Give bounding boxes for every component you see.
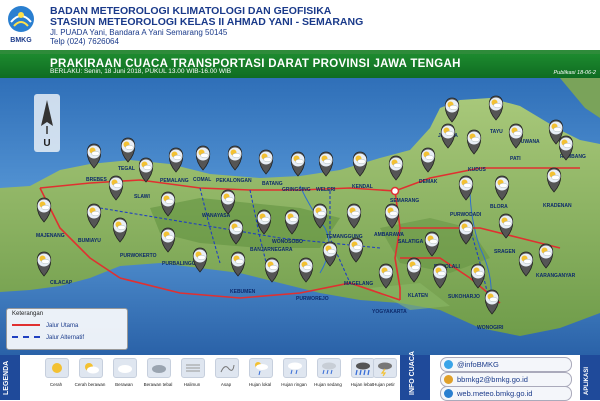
city-label: SLAWI (134, 194, 150, 200)
sunny-icon (45, 358, 69, 378)
semarang-marker (390, 186, 400, 196)
publication-text: Publikasi 18-06-2 (553, 70, 597, 76)
apps-tab-label: APLIKASI (584, 366, 590, 395)
city-label: KRADENAN (543, 203, 572, 209)
city-label: GRINGSING (282, 187, 311, 193)
city-label: BANJARNEGARA (250, 247, 293, 253)
twitter-handle: @infoBMKG (457, 360, 499, 369)
haze-icon (181, 358, 205, 378)
cloudy-icon (113, 358, 137, 378)
city-label: WONOGIRI (477, 325, 504, 331)
station-name: STASIUN METEOROLOGI KELAS II AHMAD YANI … (50, 16, 364, 28)
legend-main-road: Jalur Utama (12, 323, 78, 329)
city-label: SALATIGA (398, 239, 424, 245)
twitter-contact[interactable]: @infoBMKG (440, 357, 572, 372)
legend-tab: LEGENDA (0, 355, 20, 400)
city-label: WELERI (316, 187, 336, 193)
city-label: KEBUMEN (230, 289, 256, 295)
city-label: PATI (510, 156, 521, 162)
city-label: AMBARAWA (374, 232, 404, 238)
email-contact[interactable]: bbmkg2@bmkg.go.id (440, 372, 572, 387)
city-label: TEGAL (118, 166, 135, 172)
city-label: PURWOREJO (296, 296, 329, 302)
globe-icon (444, 389, 453, 398)
city-label: MAGELANG (344, 281, 373, 287)
overcast-icon (147, 358, 171, 378)
validity-text: BERLAKU: Senin, 18 Juni 2018, PUKUL 13.0… (50, 68, 232, 75)
moderate-rain-icon (317, 358, 341, 378)
city-label: PURWOKERTO (120, 253, 157, 259)
legend-alt-road-label: Jalur Alternatif (46, 335, 85, 341)
city-label: KUDUS (468, 167, 486, 173)
city-label: TAYU (490, 129, 503, 135)
city-label: DEMAK (419, 179, 438, 185)
main-road-line-icon (12, 324, 40, 327)
station-phone: Telp (024) 7626064 (50, 37, 119, 46)
city-label: WANAYASA (202, 213, 231, 219)
partly-cloudy-icon (79, 358, 103, 378)
legend-title: Keterangan (12, 311, 44, 317)
email-address: bbmkg2@bmkg.go.id (457, 375, 528, 384)
apps-tab[interactable]: APLIKASI (580, 355, 600, 400)
light-rain-icon (283, 358, 307, 378)
city-label: BLORA (490, 204, 508, 210)
city-label: PEKALONGAN (216, 178, 252, 184)
header: BMKG BADAN METEOROLOGI KLIMATOLOGI DAN G… (0, 0, 600, 50)
city-label: KARANGANYAR (536, 273, 576, 279)
thunderstorm-icon (373, 358, 397, 378)
heavy-rain-icon (351, 358, 375, 378)
city-label: PURWODADI (450, 212, 482, 218)
legend-label: Hujan petir (373, 382, 395, 387)
bmkg-logo-icon: BMKG (8, 6, 34, 44)
city-label: CILACAP (50, 280, 73, 286)
local-rain-icon (249, 358, 273, 378)
web-contact[interactable]: web.meteo.bmkg.go.id (440, 386, 572, 401)
city-label: BUMIAYU (78, 238, 101, 244)
road-legend: Keterangan Jalur Utama Jalur Alternatif (6, 308, 128, 350)
legend-main-road-label: Jalur Utama (46, 323, 79, 329)
city-label: BATANG (262, 181, 283, 187)
city-label: KLATEN (408, 293, 428, 299)
city-label: KENDAL (352, 184, 373, 190)
alt-road-line-icon (12, 336, 40, 339)
north-label: U (43, 138, 50, 149)
city-label: COMAL (193, 177, 211, 183)
logo-text: BMKG (10, 37, 32, 44)
city-label: BREBES (86, 177, 108, 183)
smoke-icon (215, 358, 239, 378)
city-label: MAJENANG (36, 233, 65, 239)
info-tab-label: INFO CUACA (409, 351, 416, 395)
city-label: SRAGEN (494, 249, 516, 255)
info-tab: INFO CUACA (400, 351, 430, 400)
city-label: SEMARANG (390, 198, 419, 204)
email-icon (444, 375, 453, 384)
legend-alt-road: Jalur Alternatif (12, 335, 84, 341)
web-address: web.meteo.bmkg.go.id (457, 389, 533, 398)
city-label: SUKOHARJO (448, 294, 480, 300)
legend-tab-label: LEGENDA (3, 360, 10, 395)
city-label: YOGYAKARTA (372, 309, 407, 315)
city-label: WONOSOBO (272, 239, 303, 245)
twitter-icon (444, 360, 453, 369)
station-address: Jl. PUADA Yani, Bandara A Yani Semarang … (50, 28, 228, 37)
city-label: PEMALANG (160, 178, 189, 184)
